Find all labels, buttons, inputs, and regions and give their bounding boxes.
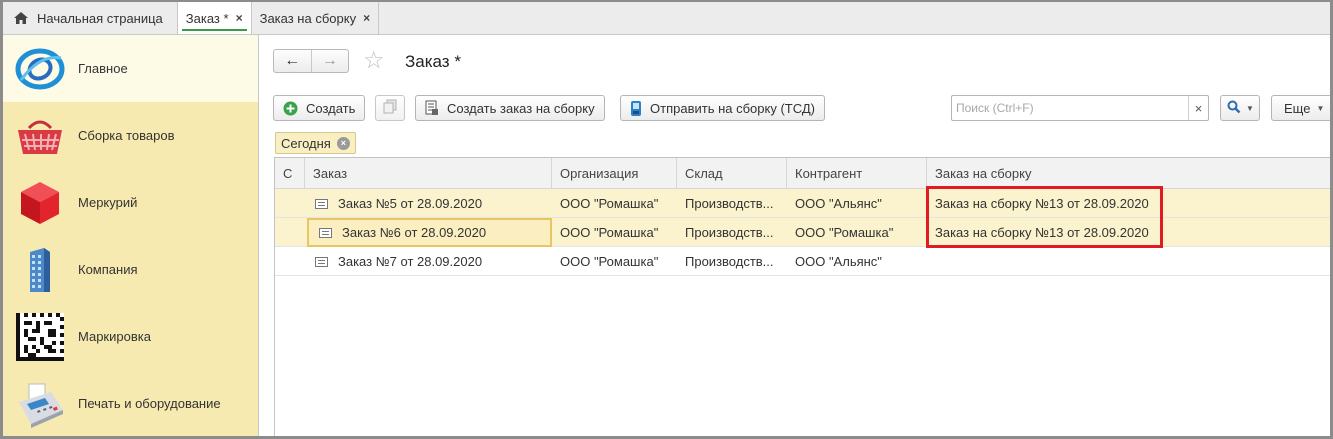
cell-counterparty: ООО "Ромашка"	[795, 225, 894, 240]
create-button-label: Создать	[306, 100, 356, 116]
document-icon	[425, 100, 439, 116]
close-icon[interactable]: ×	[236, 11, 243, 25]
send-to-assembly-label: Отправить на сборку (ТСД)	[650, 100, 815, 116]
cell-organization: ООО "Ромашка"	[560, 196, 659, 211]
building-icon	[15, 245, 65, 295]
back-button[interactable]: ←	[274, 50, 311, 72]
table-header: С Заказ Организация Склад Контрагент Зак…	[275, 158, 1330, 189]
document-icon	[319, 227, 332, 238]
sidebar-item-main[interactable]: Главное	[3, 35, 258, 102]
create-button[interactable]: Создать	[273, 95, 366, 121]
create-assembly-order-button[interactable]: Создать заказ на сборку	[415, 95, 605, 121]
cell-assembly-order	[927, 247, 1167, 276]
sidebar-item-goods-assembly[interactable]: Сборка товаров	[3, 102, 258, 169]
page-title: Заказ *	[405, 52, 461, 71]
search-input[interactable]	[956, 97, 1188, 119]
sidebar-item-mercury[interactable]: Меркурий	[3, 169, 258, 236]
sidebar-item-label: Главное	[78, 61, 128, 76]
close-icon[interactable]: ×	[363, 11, 370, 25]
tab-home-label: Начальная страница	[37, 10, 163, 26]
search-field[interactable]: ×	[951, 95, 1209, 121]
nav-buttons: ← →	[273, 49, 349, 73]
column-header-status[interactable]: С	[275, 158, 305, 188]
cell-assembly-order: Заказ на сборку №13 от 28.09.2020	[935, 225, 1149, 240]
sidebar-item-label: Компания	[78, 262, 138, 277]
red-cube-icon	[15, 178, 65, 228]
cell-order: Заказ №7 от 28.09.2020	[305, 247, 552, 276]
main-content: ← → ☆ Заказ * Создать Создать заказ на с…	[259, 35, 1330, 436]
cell-organization: ООО "Ромашка"	[560, 254, 659, 269]
column-header-order[interactable]: Заказ	[305, 158, 552, 188]
cell-assembly-order: Заказ на сборку №13 от 28.09.2020	[935, 196, 1149, 211]
cell-order: Заказ №5 от 28.09.2020	[305, 189, 552, 218]
forward-button[interactable]: →	[310, 50, 349, 72]
tab-assembly-order-label: Заказ на сборку	[259, 10, 357, 26]
document-icon	[315, 198, 328, 209]
cell-counterparty: ООО "Альянс"	[795, 196, 882, 211]
sidebar-item-label: Печать и оборудование	[78, 396, 221, 411]
tab-order[interactable]: Заказ * ×	[177, 2, 252, 34]
sidebar-item-label: Меркурий	[78, 195, 138, 210]
table-row[interactable]: Заказ №5 от 28.09.2020 ООО "Ромашка" Про…	[275, 189, 1330, 218]
mobile-terminal-icon	[630, 100, 642, 117]
tab-bar: Начальная страница Заказ * × Заказ на сб…	[3, 2, 1330, 35]
sidebar: Главное Сборка товаров Меркурий Компания…	[3, 35, 259, 436]
sidebar-item-label: Маркировка	[78, 329, 151, 344]
sidebar-item-print-equipment[interactable]: Печать и оборудование	[3, 370, 258, 436]
tab-order-label: Заказ *	[185, 10, 229, 26]
column-header-warehouse[interactable]: Склад	[677, 158, 787, 188]
send-to-assembly-button[interactable]: Отправить на сборку (ТСД)	[620, 95, 825, 121]
shopping-basket-icon	[15, 111, 65, 161]
more-button[interactable]: Еще ▼	[1271, 95, 1330, 121]
cell-warehouse: Производств...	[685, 225, 774, 240]
sidebar-item-marking[interactable]: Маркировка	[3, 303, 258, 370]
favorite-star-icon[interactable]: ☆	[363, 49, 385, 73]
datamatrix-icon	[15, 312, 65, 362]
clear-search-button[interactable]: ×	[1188, 96, 1208, 120]
remove-filter-icon[interactable]: ×	[336, 136, 350, 150]
orders-table: С Заказ Организация Склад Контрагент Зак…	[274, 157, 1330, 436]
document-icon	[315, 256, 328, 267]
plus-circle-icon	[283, 101, 298, 116]
column-header-assembly-order[interactable]: Заказ на сборку	[927, 158, 1330, 188]
main-globe-icon	[15, 44, 65, 94]
sidebar-item-label: Сборка товаров	[78, 128, 175, 143]
chevron-down-icon: ▼	[1316, 103, 1325, 113]
cell-warehouse: Производств...	[685, 196, 774, 211]
payment-terminal-icon	[15, 379, 65, 429]
cell-warehouse: Производств...	[685, 254, 774, 269]
column-header-organization[interactable]: Организация	[552, 158, 677, 188]
search-options-button[interactable]: ▼	[1220, 95, 1260, 121]
filter-chip-label: Сегодня	[281, 135, 331, 151]
copy-doc-icon	[383, 99, 397, 117]
cell-counterparty: ООО "Альянс"	[795, 254, 882, 269]
app-window: Начальная страница Заказ * × Заказ на сб…	[0, 0, 1333, 439]
table-row[interactable]: Заказ №7 от 28.09.2020 ООО "Ромашка" Про…	[275, 247, 1330, 276]
column-header-counterparty[interactable]: Контрагент	[787, 158, 927, 188]
copy-button[interactable]	[375, 95, 405, 121]
chevron-down-icon: ▼	[1246, 103, 1254, 113]
create-assembly-order-label: Создать заказ на сборку	[447, 100, 595, 116]
cell-organization: ООО "Ромашка"	[560, 225, 659, 240]
tab-home[interactable]: Начальная страница	[3, 2, 178, 34]
cell-order: Заказ №6 от 28.09.2020	[307, 218, 552, 247]
table-row[interactable]: Заказ №6 от 28.09.2020 ООО "Ромашка" Про…	[275, 218, 1330, 247]
search-icon	[1227, 100, 1241, 117]
home-icon	[14, 12, 28, 24]
filter-chip-today[interactable]: Сегодня ×	[275, 132, 356, 154]
sidebar-item-company[interactable]: Компания	[3, 236, 258, 303]
tab-assembly-order[interactable]: Заказ на сборку ×	[251, 2, 380, 34]
more-button-label: Еще	[1284, 100, 1311, 116]
